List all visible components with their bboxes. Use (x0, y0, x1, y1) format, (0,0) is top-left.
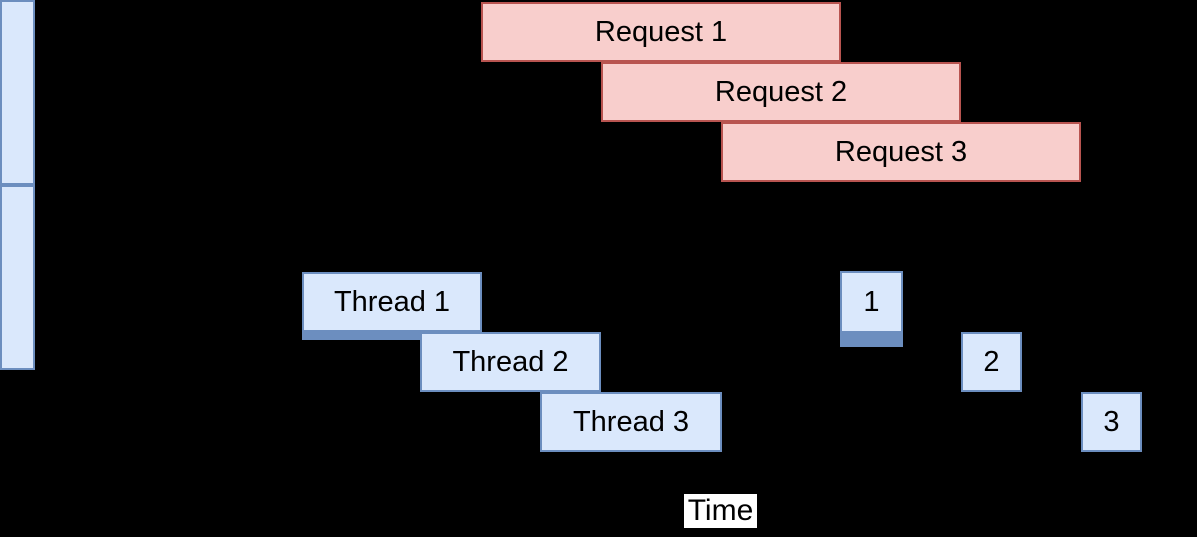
time-axis-label: Time (684, 494, 757, 528)
request-bar-2-label: Request 2 (714, 75, 848, 108)
timeline-end-bar (0, 185, 35, 370)
request-bar-1-label: Request 1 (594, 15, 728, 48)
request-bar-2: Request 2 (601, 62, 961, 122)
request-bar-3-label: Request 3 (834, 135, 968, 168)
request-bar-1: Request 1 (481, 2, 841, 62)
time-axis-label-text: Time (687, 494, 754, 527)
thread-bar-2-label: Thread 2 (452, 345, 569, 378)
completion-marker-3: 3 (1081, 392, 1142, 452)
completion-marker-2: 2 (961, 332, 1022, 392)
thread-bar-3-label: Thread 3 (572, 405, 690, 438)
thread-bar-2: Thread 2 (420, 332, 601, 392)
completion-marker-1: 1 (840, 271, 903, 347)
completion-marker-1-label: 1 (863, 285, 880, 318)
completion-marker-2-label: 2 (983, 345, 1000, 378)
thread-bar-3: Thread 3 (540, 392, 722, 452)
thread-bar-1: Thread 1 (302, 272, 482, 340)
completion-marker-3-label: 3 (1103, 405, 1120, 438)
thread-bar-1-label: Thread 1 (333, 285, 451, 318)
diagram-canvas: Request 1 Request 2 Request 3 Thread 1 T… (0, 0, 1197, 537)
request-bar-3: Request 3 (721, 122, 1081, 182)
timeline-start-bar (0, 0, 35, 185)
